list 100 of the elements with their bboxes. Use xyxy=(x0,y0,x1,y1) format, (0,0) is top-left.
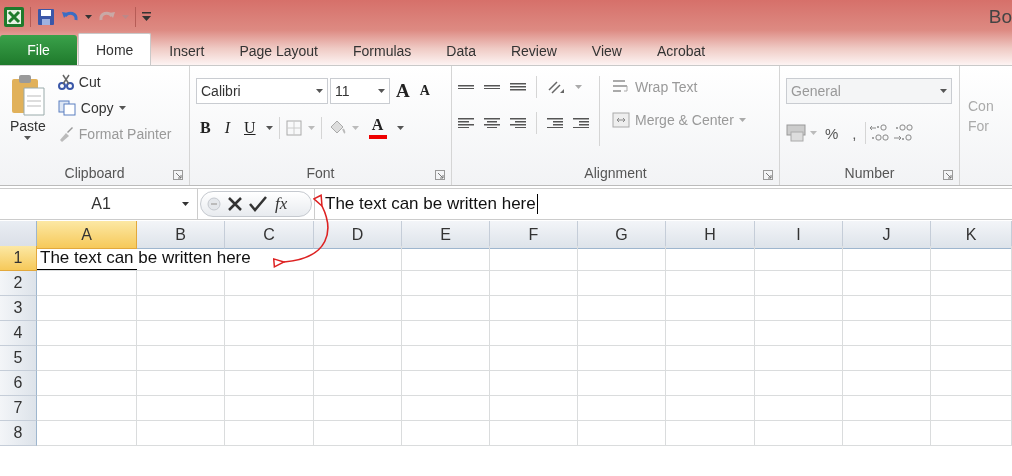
empty-cell[interactable] xyxy=(225,271,314,296)
empty-cell[interactable] xyxy=(402,271,490,296)
row-header[interactable]: 5 xyxy=(0,346,37,371)
empty-cell[interactable] xyxy=(314,396,402,421)
file-tab[interactable]: File xyxy=(0,35,77,65)
empty-cell[interactable] xyxy=(137,296,225,321)
percent-button[interactable]: % xyxy=(819,122,845,144)
empty-cell[interactable] xyxy=(931,396,1012,421)
empty-cell[interactable] xyxy=(402,396,490,421)
empty-cell[interactable] xyxy=(490,371,578,396)
empty-cell[interactable] xyxy=(137,321,225,346)
row-header[interactable]: 6 xyxy=(0,371,37,396)
empty-cell[interactable] xyxy=(490,346,578,371)
empty-cell[interactable] xyxy=(666,396,755,421)
grow-button[interactable]: A xyxy=(392,78,414,104)
empty-cell[interactable] xyxy=(225,421,314,446)
empty-cell[interactable] xyxy=(843,396,931,421)
empty-cell[interactable] xyxy=(314,371,402,396)
column-header[interactable]: C xyxy=(225,221,314,249)
ribbon-tab[interactable]: Insert xyxy=(152,37,222,65)
column-header[interactable]: G xyxy=(578,221,666,249)
empty-cell[interactable] xyxy=(755,346,843,371)
empty-cell[interactable] xyxy=(931,296,1012,321)
empty-cell[interactable] xyxy=(755,371,843,396)
column-header[interactable]: I xyxy=(755,221,843,249)
empty-cell[interactable] xyxy=(578,396,666,421)
font-name-dropdown[interactable]: Calibri xyxy=(196,78,328,104)
empty-cell[interactable] xyxy=(137,346,225,371)
row-header[interactable]: 3 xyxy=(0,296,37,321)
name-box[interactable]: A1 xyxy=(0,189,198,219)
empty-cell[interactable] xyxy=(843,371,931,396)
column-header[interactable]: F xyxy=(490,221,578,249)
empty-cell[interactable] xyxy=(402,346,490,371)
empty-cell[interactable] xyxy=(666,271,755,296)
empty-cell[interactable] xyxy=(402,371,490,396)
empty-cell[interactable] xyxy=(843,321,931,346)
empty-cell[interactable] xyxy=(490,246,578,271)
empty-cell[interactable] xyxy=(490,421,578,446)
empty-cell[interactable] xyxy=(314,321,402,346)
empty-cell[interactable] xyxy=(225,321,314,346)
font-size-dropdown[interactable]: 11 xyxy=(330,78,390,104)
empty-cell[interactable] xyxy=(931,346,1012,371)
empty-cell[interactable] xyxy=(402,296,490,321)
ribbon-tab[interactable]: View xyxy=(574,37,639,65)
empty-cell[interactable] xyxy=(931,246,1012,271)
empty-cell[interactable] xyxy=(931,321,1012,346)
empty-cell[interactable] xyxy=(755,396,843,421)
empty-cell[interactable] xyxy=(137,396,225,421)
row-header[interactable]: 8 xyxy=(0,421,37,446)
row-header[interactable]: 2 xyxy=(0,271,37,296)
empty-cell[interactable] xyxy=(843,246,931,271)
empty-cell[interactable] xyxy=(402,421,490,446)
empty-cell[interactable] xyxy=(578,296,666,321)
ribbon-tab[interactable]: Data xyxy=(429,37,493,65)
empty-cell[interactable] xyxy=(578,321,666,346)
row-header[interactable]: 7 xyxy=(0,396,37,421)
empty-cell[interactable] xyxy=(931,271,1012,296)
empty-cell[interactable] xyxy=(666,421,755,446)
copy-button[interactable]: Copy xyxy=(55,98,174,118)
column-header[interactable]: J xyxy=(843,221,931,249)
empty-cell[interactable] xyxy=(314,271,402,296)
column-header[interactable]: E xyxy=(402,221,490,249)
empty-cell[interactable] xyxy=(755,321,843,346)
empty-cell[interactable] xyxy=(931,421,1012,446)
empty-cell[interactable] xyxy=(578,371,666,396)
paste-button[interactable]: Paste xyxy=(6,72,50,161)
empty-cell[interactable] xyxy=(137,271,225,296)
ribbon-tab[interactable]: Home xyxy=(78,33,152,65)
color-button[interactable]: A xyxy=(364,114,391,141)
ribbon-tab[interactable]: Review xyxy=(493,37,574,65)
empty-cell[interactable] xyxy=(755,246,843,271)
empty-cell[interactable] xyxy=(402,246,490,271)
empty-cell[interactable] xyxy=(314,246,402,271)
ribbon-tab[interactable]: Page Layout xyxy=(222,37,335,65)
italic-button[interactable]: I xyxy=(220,116,234,139)
empty-cell[interactable] xyxy=(314,346,402,371)
empty-cell[interactable] xyxy=(225,396,314,421)
row-header[interactable]: 1 xyxy=(0,246,37,271)
empty-cell[interactable] xyxy=(666,371,755,396)
empty-cell[interactable] xyxy=(225,296,314,321)
empty-cell[interactable] xyxy=(490,396,578,421)
empty-cell[interactable] xyxy=(666,296,755,321)
empty-cell[interactable] xyxy=(137,421,225,446)
empty-cell[interactable] xyxy=(578,346,666,371)
empty-cell[interactable] xyxy=(931,371,1012,396)
empty-cell[interactable] xyxy=(490,296,578,321)
empty-cell[interactable] xyxy=(755,296,843,321)
empty-cell[interactable] xyxy=(755,421,843,446)
bold-button[interactable]: B xyxy=(196,116,215,139)
empty-cell[interactable] xyxy=(402,321,490,346)
ribbon-tab[interactable]: Formulas xyxy=(336,37,429,65)
empty-cell[interactable] xyxy=(490,321,578,346)
empty-cell[interactable] xyxy=(843,271,931,296)
empty-cell[interactable] xyxy=(755,271,843,296)
empty-cell[interactable] xyxy=(314,296,402,321)
column-header[interactable]: K xyxy=(931,221,1012,249)
empty-cell[interactable] xyxy=(578,421,666,446)
empty-cell[interactable] xyxy=(666,346,755,371)
underline-button[interactable]: U xyxy=(240,116,260,139)
ribbon-tab[interactable]: Acrobat xyxy=(639,37,723,65)
